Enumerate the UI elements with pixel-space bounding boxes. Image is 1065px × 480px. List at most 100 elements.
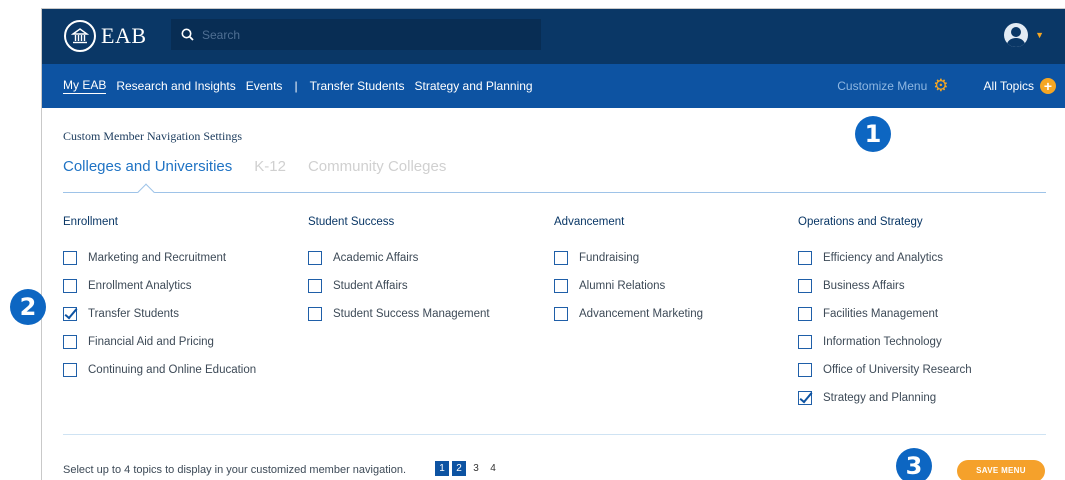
pagination: 1 2 3 4 bbox=[435, 461, 503, 476]
all-topics-label: All Topics bbox=[983, 79, 1034, 93]
column-enrollment: Enrollment Marketing and Recruitment Enr… bbox=[63, 216, 256, 384]
callout-marker-3: 3 bbox=[896, 448, 932, 480]
checkbox[interactable] bbox=[798, 391, 812, 405]
search-icon bbox=[181, 28, 194, 41]
option-business-affairs[interactable]: Business Affairs bbox=[798, 272, 972, 300]
option-student-affairs[interactable]: Student Affairs bbox=[308, 272, 490, 300]
page-1[interactable]: 1 bbox=[435, 461, 449, 476]
footer-divider bbox=[63, 434, 1046, 435]
nav-separator: | bbox=[294, 79, 298, 93]
building-icon bbox=[64, 20, 96, 52]
nav-strategy-and-planning[interactable]: Strategy and Planning bbox=[415, 79, 533, 93]
option-label: Marketing and Recruitment bbox=[88, 252, 227, 264]
tab-k-12[interactable]: K-12 bbox=[254, 158, 286, 175]
institution-tabs: Colleges and Universities K-12 Community… bbox=[63, 158, 468, 175]
checkbox[interactable] bbox=[798, 251, 812, 265]
column-operations-and-strategy: Operations and Strategy Efficiency and A… bbox=[798, 216, 972, 412]
column-title: Operations and Strategy bbox=[798, 216, 923, 228]
option-student-success-management[interactable]: Student Success Management bbox=[308, 300, 490, 328]
column-title: Student Success bbox=[308, 216, 395, 228]
option-label: Strategy and Planning bbox=[823, 392, 937, 404]
option-information-technology[interactable]: Information Technology bbox=[798, 328, 972, 356]
checkbox[interactable] bbox=[63, 251, 77, 265]
checkbox[interactable] bbox=[308, 307, 322, 321]
plus-icon: + bbox=[1040, 78, 1056, 94]
main-navigation: My EAB Research and Insights Events | Tr… bbox=[42, 64, 1065, 108]
option-label: Alumni Relations bbox=[579, 280, 666, 292]
checkbox[interactable] bbox=[63, 279, 77, 293]
page-4[interactable]: 4 bbox=[486, 461, 500, 476]
tab-divider bbox=[63, 192, 1046, 193]
option-label: Business Affairs bbox=[823, 280, 905, 292]
tab-colleges-and-universities[interactable]: Colleges and Universities bbox=[63, 158, 232, 175]
settings-title: Custom Member Navigation Settings bbox=[63, 129, 242, 143]
search-bar[interactable] bbox=[171, 19, 541, 50]
top-header: EAB ▼ bbox=[42, 9, 1065, 64]
option-label: Transfer Students bbox=[88, 308, 179, 320]
option-label: Office of University Research bbox=[823, 364, 972, 376]
option-label: Student Success Management bbox=[333, 308, 490, 320]
option-label: Facilities Management bbox=[823, 308, 939, 320]
column-student-success: Student Success Academic Affairs Student… bbox=[308, 216, 490, 328]
column-title: Advancement bbox=[554, 216, 625, 228]
option-efficiency-and-analytics[interactable]: Efficiency and Analytics bbox=[798, 244, 972, 272]
checkbox[interactable] bbox=[798, 363, 812, 377]
checkbox[interactable] bbox=[554, 307, 568, 321]
option-label: Academic Affairs bbox=[333, 252, 419, 264]
avatar-icon bbox=[1004, 23, 1029, 47]
option-strategy-and-planning[interactable]: Strategy and Planning bbox=[798, 384, 972, 412]
nav-research-and-insights[interactable]: Research and Insights bbox=[116, 79, 235, 93]
search-input[interactable] bbox=[202, 27, 522, 42]
checkbox[interactable] bbox=[63, 363, 77, 377]
option-label: Enrollment Analytics bbox=[88, 280, 192, 292]
option-label: Information Technology bbox=[823, 336, 942, 348]
option-financial-aid-and-pricing[interactable]: Financial Aid and Pricing bbox=[63, 328, 256, 356]
option-advancement-marketing[interactable]: Advancement Marketing bbox=[554, 300, 703, 328]
checkbox[interactable] bbox=[798, 279, 812, 293]
option-label: Financial Aid and Pricing bbox=[88, 336, 214, 348]
callout-marker-2: 2 bbox=[10, 289, 46, 325]
logo-text: EAB bbox=[101, 23, 147, 48]
nav-transfer-students[interactable]: Transfer Students bbox=[310, 79, 405, 93]
checkbox[interactable] bbox=[63, 307, 77, 321]
option-office-of-university-research[interactable]: Office of University Research bbox=[798, 356, 972, 384]
all-topics-button[interactable]: All Topics + bbox=[984, 78, 1056, 94]
app-window: EAB ▼ My EAB Research and Insights Event… bbox=[41, 8, 1065, 480]
page-2[interactable]: 2 bbox=[452, 461, 466, 476]
checkbox[interactable] bbox=[308, 279, 322, 293]
callout-marker-1: 1 bbox=[855, 116, 891, 152]
option-fundraising[interactable]: Fundraising bbox=[554, 244, 703, 272]
selection-instruction: Select up to 4 topics to display in your… bbox=[63, 464, 407, 476]
checkbox[interactable] bbox=[63, 335, 77, 349]
nav-my-eab[interactable]: My EAB bbox=[63, 78, 107, 94]
option-marketing-and-recruitment[interactable]: Marketing and Recruitment bbox=[63, 244, 256, 272]
page-3[interactable]: 3 bbox=[469, 461, 483, 476]
option-facilities-management[interactable]: Facilities Management bbox=[798, 300, 972, 328]
checkbox[interactable] bbox=[554, 279, 568, 293]
checkbox[interactable] bbox=[308, 251, 322, 265]
column-title: Enrollment bbox=[63, 216, 118, 228]
gear-icon: ⚙ bbox=[933, 76, 949, 95]
checkbox[interactable] bbox=[798, 335, 812, 349]
option-academic-affairs[interactable]: Academic Affairs bbox=[308, 244, 490, 272]
checkbox[interactable] bbox=[798, 307, 812, 321]
nav-events[interactable]: Events bbox=[246, 79, 283, 93]
active-tab-indicator bbox=[137, 183, 155, 201]
tab-community-colleges[interactable]: Community Colleges bbox=[308, 158, 446, 175]
column-advancement: Advancement Fundraising Alumni Relations… bbox=[554, 216, 703, 328]
option-label: Fundraising bbox=[579, 252, 640, 264]
customize-menu-button[interactable]: Customize Menu ⚙ bbox=[837, 76, 948, 96]
checkbox[interactable] bbox=[554, 251, 568, 265]
option-enrollment-analytics[interactable]: Enrollment Analytics bbox=[63, 272, 256, 300]
option-alumni-relations[interactable]: Alumni Relations bbox=[554, 272, 703, 300]
option-transfer-students[interactable]: Transfer Students bbox=[63, 300, 256, 328]
eab-logo[interactable]: EAB bbox=[64, 20, 147, 52]
user-menu[interactable]: ▼ bbox=[1004, 23, 1044, 47]
option-label: Efficiency and Analytics bbox=[823, 252, 943, 264]
customize-menu-label: Customize Menu bbox=[837, 79, 928, 93]
save-menu-button[interactable]: SAVE MENU bbox=[957, 460, 1045, 480]
option-label: Student Affairs bbox=[333, 280, 408, 292]
option-label: Continuing and Online Education bbox=[88, 364, 257, 376]
option-continuing-and-online-education[interactable]: Continuing and Online Education bbox=[63, 356, 256, 384]
chevron-down-icon: ▼ bbox=[1035, 30, 1044, 40]
